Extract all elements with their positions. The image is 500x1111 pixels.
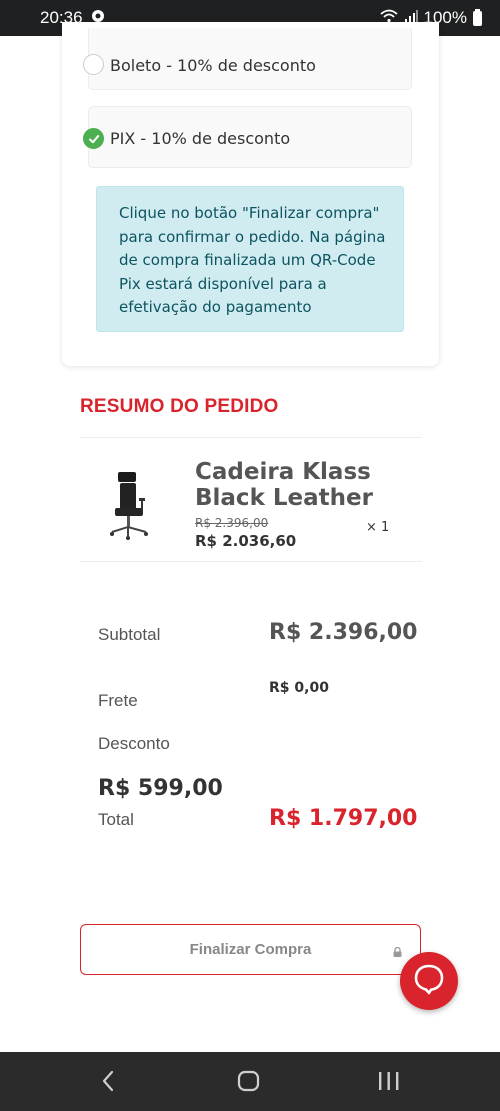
product-old-price: R$ 2.396,00 [195, 516, 269, 530]
home-icon[interactable] [237, 1070, 261, 1096]
back-icon[interactable] [101, 1070, 115, 1096]
summary-title: RESUMO DO PEDIDO [80, 396, 279, 417]
battery-icon [473, 8, 482, 26]
desconto-value: R$ 599,00 [98, 776, 223, 801]
payment-option-boleto[interactable]: Boleto - 10% de desconto [83, 28, 412, 90]
finalize-button-label: Finalizar Compra [189, 941, 312, 958]
subtotal-label: Subtotal [98, 625, 161, 644]
radio-boleto[interactable] [83, 54, 104, 75]
recent-apps-icon[interactable] [378, 1071, 400, 1095]
product-price: R$ 2.036,60 [195, 532, 297, 550]
pix-info-alert: Clique no botão "Finalizar compra" para … [96, 186, 404, 332]
chat-bubble-icon [412, 962, 446, 1000]
payment-option-label: Boleto - 10% de desconto [110, 56, 316, 75]
check-icon[interactable] [83, 128, 104, 149]
payment-option-pix[interactable]: PIX - 10% de desconto [83, 106, 412, 168]
total-label: Total [98, 810, 134, 829]
product-image [106, 470, 152, 542]
system-nav-bar [0, 1052, 500, 1111]
chat-button[interactable] [400, 952, 458, 1010]
divider [80, 561, 422, 562]
subtotal-value: R$ 2.396,00 [269, 620, 418, 645]
desconto-label: Desconto [98, 734, 170, 753]
payment-card: Boleto - 10% de desconto PIX - 10% de de… [62, 22, 439, 366]
total-value: R$ 1.797,00 [269, 806, 418, 831]
product-name[interactable]: Cadeira Klass Black Leather [195, 459, 415, 511]
frete-value: R$ 0,00 [269, 680, 329, 696]
product-quantity: × 1 [366, 520, 390, 535]
divider [80, 437, 422, 438]
payment-option-label: PIX - 10% de desconto [110, 129, 291, 148]
frete-label: Frete [98, 691, 138, 710]
lock-icon [393, 944, 402, 957]
finalize-purchase-button[interactable]: Finalizar Compra [80, 924, 421, 975]
